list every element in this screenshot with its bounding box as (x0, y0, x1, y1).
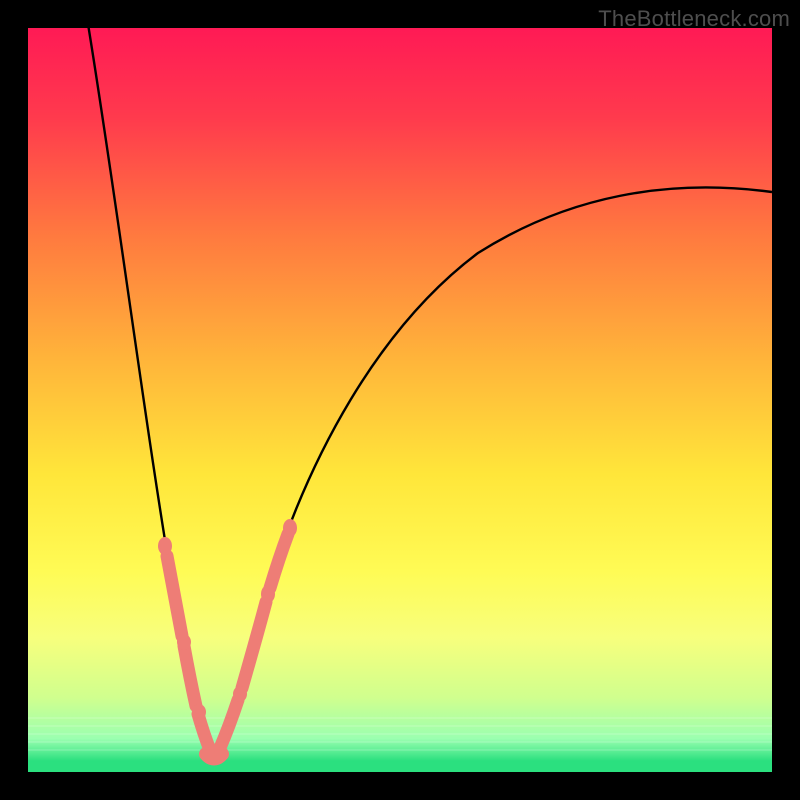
chart-svg (28, 28, 772, 772)
watermark-text: TheBottleneck.com (598, 6, 790, 32)
outer-frame: TheBottleneck.com (0, 0, 800, 800)
salmon-trough (206, 754, 222, 759)
gradient-background (28, 28, 772, 772)
plot-area (28, 28, 772, 772)
